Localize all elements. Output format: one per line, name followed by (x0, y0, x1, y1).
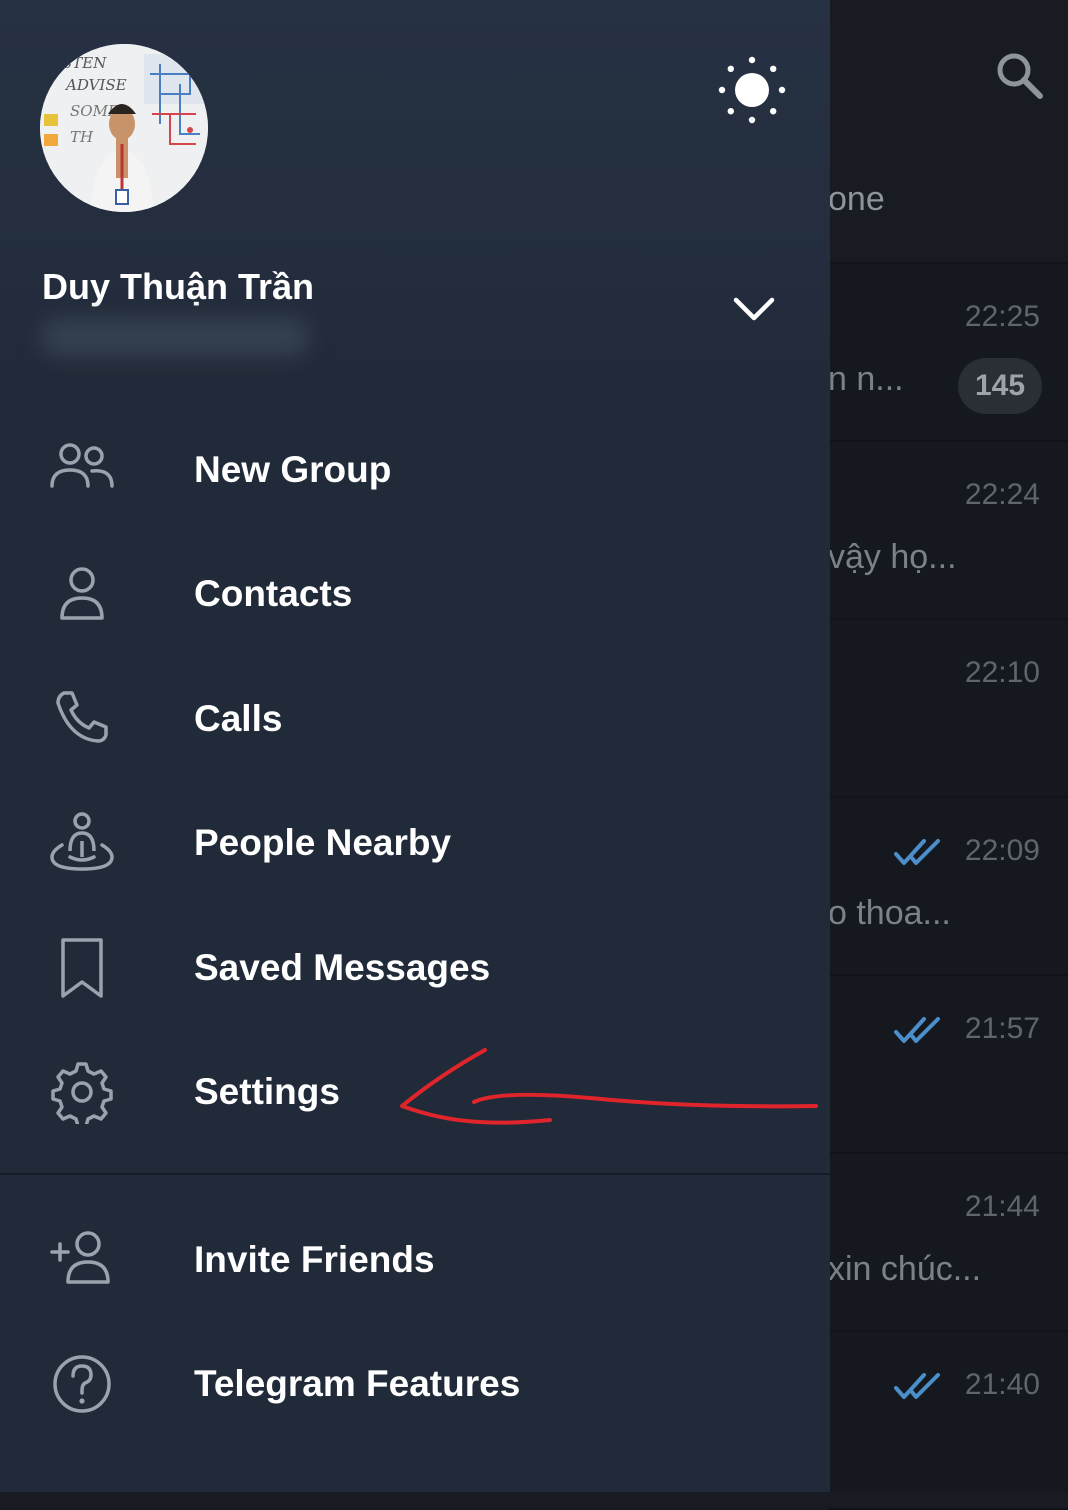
people-nearby-icon (50, 812, 114, 871)
menu-item-telegram-features[interactable]: Telegram Features (0, 1322, 830, 1446)
chat-row[interactable]: 21:44 xin chúc... (828, 1154, 1068, 1332)
menu-item-label: Calls (194, 698, 283, 739)
chat-row[interactable]: 22:25 n n... 145 (828, 264, 1068, 442)
chat-preview: o thoa... (828, 894, 951, 932)
double-check-icon (894, 1017, 940, 1043)
chat-row[interactable]: 21:57 (828, 976, 1068, 1154)
double-check-icon (894, 839, 940, 865)
blurred-phone-number (40, 318, 310, 356)
user-name: Duy Thuận Trần (42, 266, 315, 307)
menu-item-label: Invite Friends (194, 1239, 435, 1280)
chat-time: 21:40 (964, 1368, 1040, 1401)
menu-item-label: Telegram Features (194, 1363, 521, 1404)
question-icon (53, 1355, 111, 1413)
menu-item-new-group[interactable]: New Group (0, 408, 830, 532)
drawer-header: STEN ADVISE SOME TH Duy Thuận Trần (0, 0, 830, 390)
chat-row[interactable]: 22:10 (828, 620, 1068, 798)
avatar-board-text: STEN (62, 54, 107, 72)
avatar[interactable]: STEN ADVISE SOME TH (40, 44, 208, 212)
phone-icon (56, 691, 108, 743)
bookmark-icon (61, 938, 103, 998)
chat-row[interactable]: 22:09 o thoa... (828, 798, 1068, 976)
menu-item-saved-messages[interactable]: Saved Messages (0, 906, 830, 1030)
menu-item-label: Settings (194, 1071, 340, 1112)
chat-time: 21:44 (964, 1190, 1040, 1223)
menu-item-invite-friends[interactable]: Invite Friends (0, 1198, 830, 1322)
double-check-icon (894, 1373, 940, 1399)
chat-time: 22:09 (964, 834, 1040, 867)
group-icon (50, 443, 114, 488)
chat-row[interactable]: 22:24 vậy họ... (828, 442, 1068, 620)
avatar-board-text: ADVISE (64, 76, 127, 94)
chat-time: 22:25 (964, 300, 1040, 333)
menu-item-label: Saved Messages (194, 947, 491, 988)
menu-item-label: Contacts (194, 573, 353, 614)
contact-icon (60, 567, 104, 620)
add-user-icon (50, 1231, 110, 1284)
unread-badge: 145 (958, 358, 1042, 414)
avatar-board-text: TH (70, 128, 94, 146)
menu-item-label: New Group (194, 449, 392, 490)
chat-row[interactable]: 21:40 (828, 1332, 1068, 1510)
sun-icon[interactable] (716, 54, 788, 126)
avatar-photo: STEN ADVISE SOME TH (40, 44, 208, 212)
chat-preview: vậy họ... (828, 538, 957, 576)
menu-item-calls[interactable]: Calls (0, 657, 830, 781)
search-icon[interactable] (992, 48, 1046, 102)
menu-divider (0, 1173, 830, 1175)
chevron-down-icon[interactable] (726, 288, 782, 332)
folder-tab[interactable]: one (828, 180, 885, 219)
chat-time: 22:10 (964, 656, 1040, 689)
menu-item-people-nearby[interactable]: People Nearby (0, 781, 830, 905)
chat-time: 22:24 (964, 478, 1040, 511)
menu-item-settings[interactable]: Settings (0, 1030, 830, 1154)
menu-item-label: People Nearby (194, 822, 452, 863)
chat-preview: n n... (828, 360, 904, 398)
navigation-drawer: STEN ADVISE SOME TH Duy Thuận Trần New G… (0, 0, 830, 1492)
gear-icon (51, 1062, 113, 1124)
menu-item-contacts[interactable]: Contacts (0, 532, 830, 656)
chat-time: 21:57 (964, 1012, 1040, 1045)
chat-preview: xin chúc... (828, 1250, 982, 1288)
